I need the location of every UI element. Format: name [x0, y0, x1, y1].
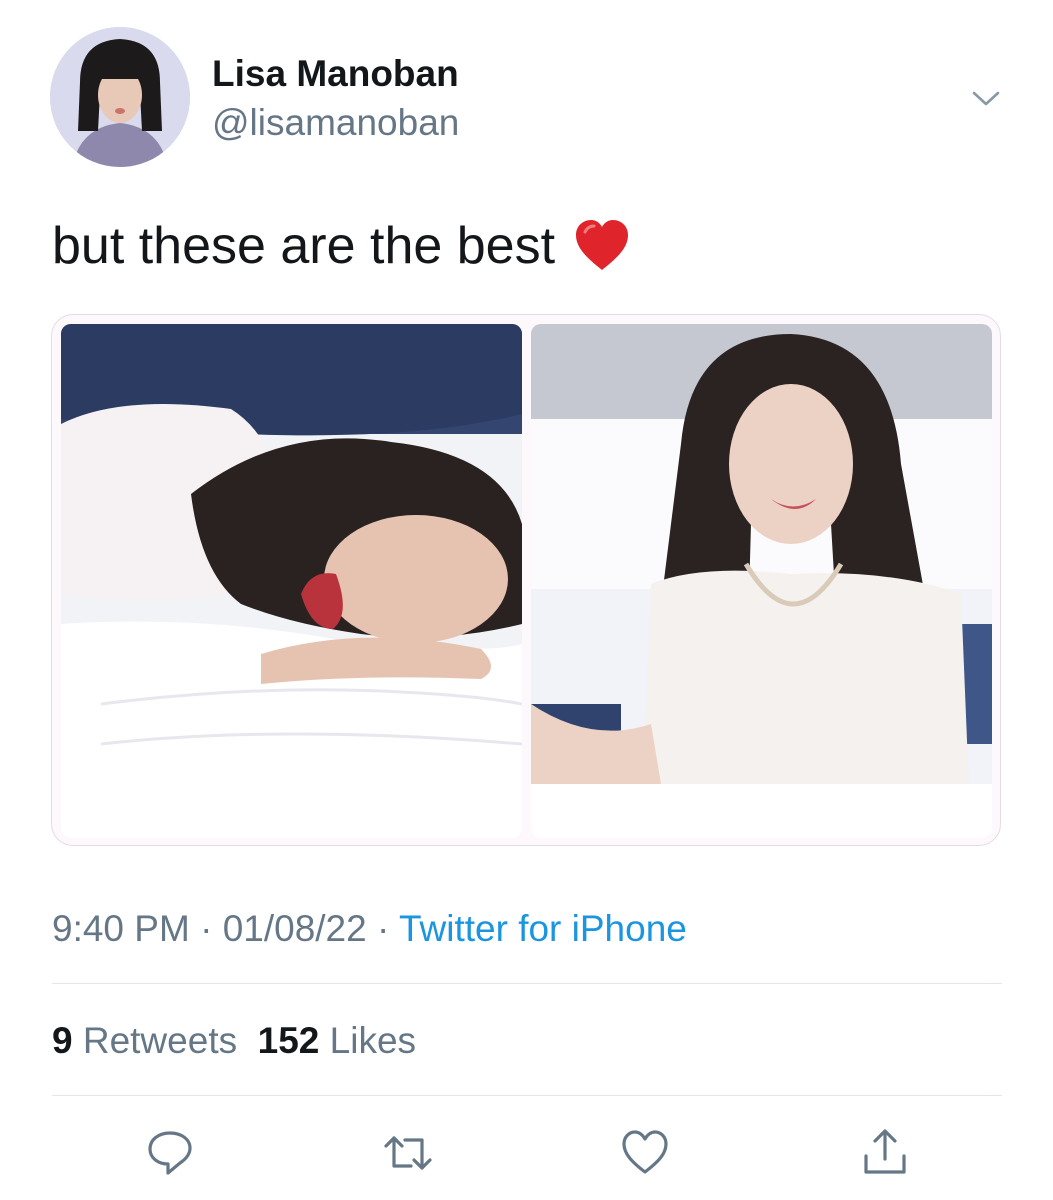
avatar-photo	[50, 27, 190, 167]
photo-woman-smiling-on-bed	[531, 324, 992, 838]
tweet-time[interactable]: 9:40 PM	[52, 908, 190, 949]
share-button[interactable]	[858, 1126, 912, 1180]
tweet-text: but these are the best	[52, 217, 556, 275]
red-heart-emoji-icon	[576, 220, 629, 270]
retweet-icon	[384, 1136, 432, 1170]
media-photo-1[interactable]	[61, 324, 522, 838]
meta-separator: ·	[200, 908, 213, 949]
likes-stat[interactable]: 152 Likes	[258, 1020, 416, 1061]
meta-separator: ·	[377, 908, 390, 949]
divider	[52, 1095, 1002, 1096]
tweet-media	[51, 314, 1001, 846]
retweets-stat[interactable]: 9 Retweets	[52, 1020, 237, 1061]
tweet-source-link[interactable]: Twitter for iPhone	[399, 908, 687, 949]
photo-woman-laughing-on-pillow	[61, 324, 522, 838]
avatar[interactable]	[50, 27, 190, 167]
likes-count: 152	[257, 1020, 320, 1061]
share-icon	[864, 1129, 906, 1174]
chevron-down-icon[interactable]	[968, 84, 1004, 112]
reply-button[interactable]	[143, 1126, 197, 1180]
retweet-button[interactable]	[381, 1126, 435, 1180]
tweet-stats: 9 Retweets 152 Likes	[52, 1018, 416, 1064]
media-photo-2[interactable]	[531, 324, 992, 838]
tweet-text-row: but these are the best	[52, 214, 631, 278]
divider	[52, 983, 1002, 984]
retweets-label: Retweets	[82, 1020, 238, 1061]
likes-label: Likes	[329, 1020, 417, 1061]
like-button[interactable]	[618, 1126, 672, 1180]
tweet-metadata: 9:40 PM · 01/08/22 · Twitter for iPhone	[52, 906, 687, 952]
like-icon	[622, 1130, 668, 1174]
reply-icon	[148, 1131, 192, 1175]
author-name[interactable]: Lisa Manoban	[212, 52, 459, 96]
author-handle[interactable]: @lisamanoban	[212, 101, 459, 145]
retweets-count: 9	[52, 1020, 73, 1061]
tweet-date[interactable]: 01/08/22	[223, 908, 367, 949]
